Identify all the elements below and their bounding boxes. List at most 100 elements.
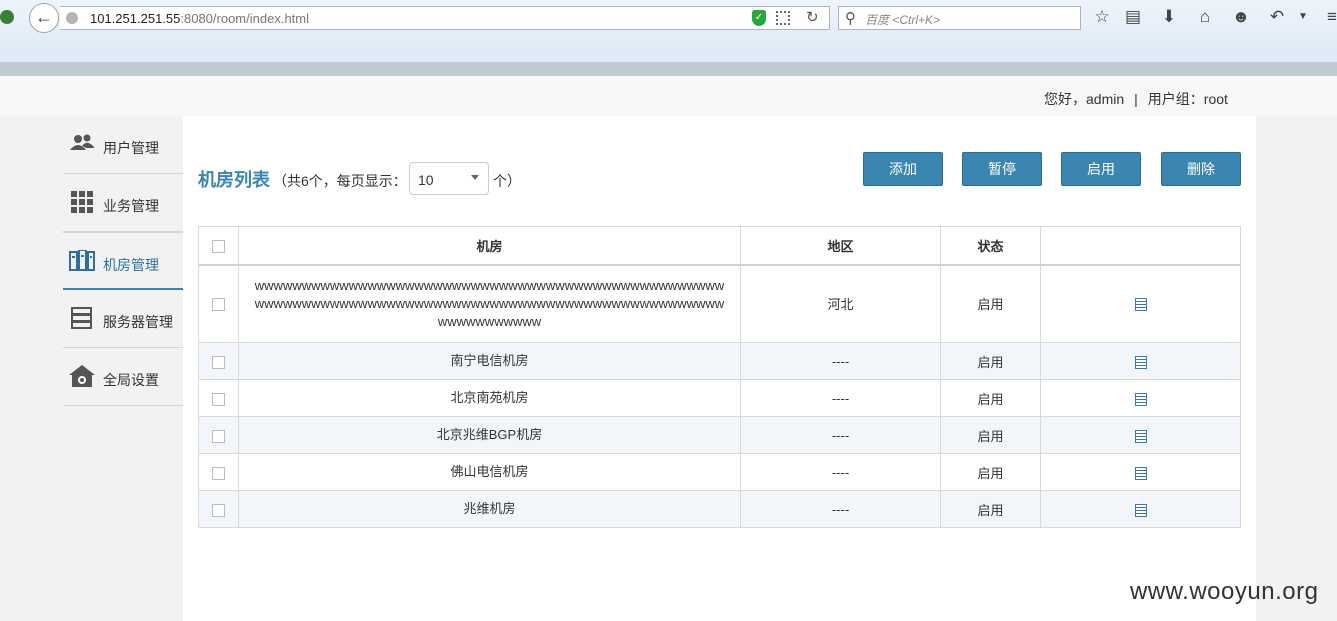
undo-icon[interactable]: ↶ bbox=[1267, 7, 1287, 27]
arrow-left-icon: ← bbox=[35, 7, 53, 27]
room-name-cell: 兆维机房 bbox=[238, 490, 741, 528]
sidebar-item-business[interactable]: 业务管理 bbox=[63, 174, 183, 232]
grid-icon bbox=[71, 191, 93, 213]
row-check-cell bbox=[198, 264, 239, 343]
server-room-icon bbox=[69, 250, 95, 271]
room-name-cell: 北京南苑机房 bbox=[238, 379, 741, 417]
chat-icon[interactable]: ☻ bbox=[1231, 7, 1251, 27]
detail-list-icon[interactable] bbox=[1134, 466, 1147, 480]
shield-icon[interactable]: ✓ bbox=[752, 10, 766, 26]
home-icon[interactable]: ⌂ bbox=[1195, 7, 1215, 27]
sidebar-item-label: 业务管理 bbox=[103, 198, 159, 214]
watermark: www.wooyun.org bbox=[1130, 578, 1319, 605]
globe-icon bbox=[66, 12, 78, 24]
detail-list-icon[interactable] bbox=[1134, 298, 1147, 312]
actions-cell bbox=[1040, 490, 1241, 528]
detail-list-icon[interactable] bbox=[1134, 429, 1147, 443]
row-checkbox[interactable] bbox=[212, 298, 225, 312]
actions-cell bbox=[1040, 379, 1241, 417]
bookmark-star-icon[interactable]: ☆ bbox=[1092, 7, 1112, 27]
row-checkbox[interactable] bbox=[212, 355, 225, 369]
browser-toolbar: ← 101.251.251.55:8080/room/index.html ✓ … bbox=[0, 0, 1337, 62]
enable-button[interactable]: 启用 bbox=[1061, 152, 1141, 186]
greeting-text: 您好，admin bbox=[1044, 91, 1125, 107]
region-cell: ---- bbox=[740, 416, 941, 454]
region-cell: ---- bbox=[740, 490, 941, 528]
region-cell: ---- bbox=[740, 342, 941, 380]
region-cell: ---- bbox=[740, 379, 941, 417]
table-header-row: 机房 地区 状态 bbox=[198, 226, 1241, 266]
page-title: 机房列表 bbox=[198, 170, 270, 190]
search-icon: ⚲ bbox=[845, 10, 856, 27]
sidebar-item-label: 服务器管理 bbox=[103, 314, 173, 330]
header-room: 机房 bbox=[238, 226, 741, 266]
dropdown-arrow-icon[interactable]: ▼ bbox=[1293, 7, 1313, 27]
header-check-cell bbox=[198, 226, 239, 266]
detail-list-icon[interactable] bbox=[1134, 355, 1147, 369]
status-cell: 启用 bbox=[940, 264, 1041, 343]
header-region: 地区 bbox=[740, 226, 941, 266]
page-header: 您好，admin | 用户组：root bbox=[0, 76, 1337, 116]
search-bar[interactable]: ⚲ 百度 <Ctrl+K> bbox=[838, 6, 1081, 30]
sidebar-item-settings[interactable]: 全局设置 bbox=[63, 348, 183, 406]
row-checkbox[interactable] bbox=[212, 466, 225, 480]
caret-down-icon bbox=[471, 175, 479, 180]
address-bar[interactable]: 101.251.251.55:8080/room/index.html ✓ ↻ bbox=[60, 6, 830, 30]
sidebar-item-users[interactable]: 用户管理 bbox=[63, 116, 183, 174]
greeting-separator: | bbox=[1134, 91, 1138, 107]
room-name-cell: 北京兆维BGP机房 bbox=[238, 416, 741, 454]
extension-icon[interactable] bbox=[0, 10, 14, 24]
row-checkbox[interactable] bbox=[212, 392, 225, 406]
actions-cell bbox=[1040, 264, 1241, 343]
row-check-cell bbox=[198, 416, 239, 454]
header-status: 状态 bbox=[940, 226, 1041, 266]
detail-list-icon[interactable] bbox=[1134, 392, 1147, 406]
delete-button[interactable]: 删除 bbox=[1161, 152, 1241, 186]
server-icon bbox=[71, 307, 92, 329]
clipboard-icon[interactable]: ▤ bbox=[1123, 7, 1143, 27]
detail-list-icon[interactable] bbox=[1134, 503, 1147, 517]
reload-icon[interactable]: ↻ bbox=[806, 8, 819, 26]
pause-button[interactable]: 暂停 bbox=[962, 152, 1042, 186]
room-name-cell: wwwwwwwwwwwwwwwwwwwwwwwwwwwwwwwwwwwwwwww… bbox=[238, 264, 741, 343]
table-row: 佛山电信机房 ---- 启用 bbox=[198, 453, 1241, 491]
search-placeholder: 百度 <Ctrl+K> bbox=[865, 13, 941, 27]
status-cell: 启用 bbox=[940, 379, 1041, 417]
sidebar-item-label: 机房管理 bbox=[103, 257, 159, 273]
page-size-value: 10 bbox=[418, 172, 434, 188]
row-check-cell bbox=[198, 379, 239, 417]
select-all-checkbox[interactable] bbox=[212, 239, 225, 253]
room-name-cell: 南宁电信机房 bbox=[238, 342, 741, 380]
back-button[interactable]: ← bbox=[29, 3, 59, 33]
download-icon[interactable]: ⬇ bbox=[1159, 7, 1179, 27]
url-path: :8080/room/index.html bbox=[180, 11, 309, 26]
table-row: 兆维机房 ---- 启用 bbox=[198, 490, 1241, 528]
sidebar-item-label: 用户管理 bbox=[103, 140, 159, 156]
user-group-text: 用户组：root bbox=[1147, 91, 1228, 107]
header-actions bbox=[1040, 226, 1241, 266]
status-cell: 启用 bbox=[940, 490, 1041, 528]
region-cell: 河北 bbox=[740, 264, 941, 343]
table-row: wwwwwwwwwwwwwwwwwwwwwwwwwwwwwwwwwwwwwwww… bbox=[198, 264, 1241, 343]
table-row: 南宁电信机房 ---- 启用 bbox=[198, 342, 1241, 380]
sidebar-item-label: 全局设置 bbox=[103, 372, 159, 388]
room-table: 机房 地区 状态 wwwwwwwwwwwwwwwwwwwwwwwwwwwwwww… bbox=[198, 226, 1241, 528]
sidebar-item-servers[interactable]: 服务器管理 bbox=[63, 290, 183, 348]
url-text: 101.251.251.55:8080/room/index.html bbox=[90, 11, 309, 26]
sidebar-item-rooms[interactable]: 机房管理 bbox=[63, 232, 183, 290]
add-button[interactable]: 添加 bbox=[863, 152, 943, 186]
main-content: 机房列表 （共6个，每页显示： 10 个） 添加 暂停 启用 删除 机房 地区 … bbox=[183, 116, 1256, 621]
row-checkbox[interactable] bbox=[212, 429, 225, 443]
menu-icon[interactable]: ≡ bbox=[1322, 7, 1337, 27]
list-count-text: （共6个，每页显示： bbox=[273, 173, 407, 189]
settings-icon bbox=[69, 365, 95, 387]
page-size-select[interactable]: 10 bbox=[409, 162, 489, 195]
actions-cell bbox=[1040, 416, 1241, 454]
qr-code-icon[interactable] bbox=[776, 11, 790, 25]
page-size-suffix: 个） bbox=[493, 173, 521, 189]
table-row: 北京南苑机房 ---- 启用 bbox=[198, 379, 1241, 417]
row-checkbox[interactable] bbox=[212, 503, 225, 517]
user-greeting: 您好，admin | 用户组：root bbox=[1044, 89, 1228, 109]
actions-cell bbox=[1040, 342, 1241, 380]
row-check-cell bbox=[198, 453, 239, 491]
